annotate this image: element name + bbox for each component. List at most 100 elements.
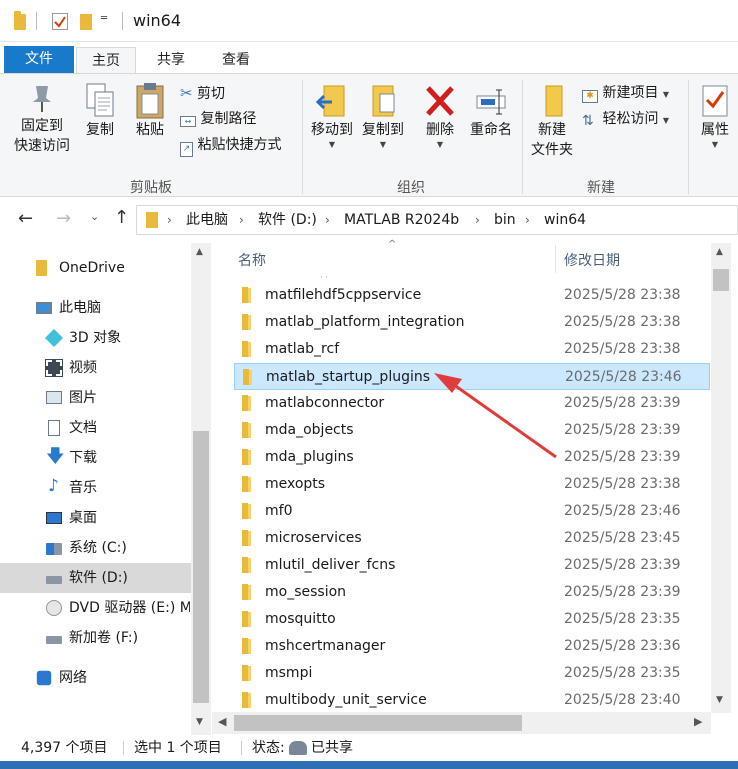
nav-item-drive-d[interactable]: 软件 (D:) [0, 563, 191, 593]
table-row[interactable]: mda_plugins 2025/5/28 23:39 [234, 444, 710, 471]
table-row[interactable]: matfilehdf5cppservice 2025/5/28 23:38 [234, 282, 710, 309]
file-name: mexopts [265, 476, 326, 492]
scroll-left-arrow-icon[interactable]: ◀ [218, 715, 226, 728]
back-arrow-icon[interactable]: ← [18, 208, 33, 229]
nav-item-network[interactable]: 网络 [0, 663, 190, 693]
nav-item-documents[interactable]: 文档 [0, 413, 190, 443]
move-to-button[interactable]: 移动到 ▼ [306, 82, 358, 150]
table-row-selected[interactable]: matlab_startup_plugins 2025/5/28 23:46 [234, 363, 710, 390]
tab-file[interactable]: 文件 [4, 46, 74, 74]
table-row[interactable]: mosquitto 2025/5/28 23:35 [234, 606, 710, 633]
table-row[interactable]: matlab_rcf 2025/5/28 23:38 [234, 336, 710, 363]
scroll-up-arrow-icon[interactable]: ▲ [196, 247, 203, 257]
table-row[interactable]: mo_session 2025/5/28 23:39 [234, 579, 710, 606]
table-row[interactable]: mf0 2025/5/28 23:46 [234, 498, 710, 525]
nav-item-dvd-e[interactable]: DVD 驱动器 (E:) M [0, 593, 190, 623]
nav-item-music[interactable]: ♪ 音乐 [0, 473, 190, 503]
nav-item-videos[interactable]: 视频 [0, 353, 190, 383]
new-folder-label-1: 新建 [538, 122, 566, 138]
table-row[interactable]: matlab_platform_integration 2025/5/28 23:… [234, 309, 710, 336]
table-row[interactable]: msmpi 2025/5/28 23:35 [234, 660, 710, 687]
content-vertical-scrollbar[interactable]: ▲ ▼ [711, 243, 731, 713]
new-folder-button[interactable]: 新建 文件夹 [526, 82, 578, 160]
folder-icon [243, 369, 252, 385]
column-header-modified[interactable]: 修改日期 [564, 245, 620, 277]
cut-label: 剪切 [197, 86, 226, 102]
recent-locations-chevron-icon[interactable]: ⌄ [90, 210, 99, 223]
table-row[interactable]: mexopts 2025/5/28 23:38 [234, 471, 710, 498]
status-selected: 选中 1 个项目 [134, 740, 222, 756]
folder-icon [242, 287, 251, 303]
nav-scrollbar[interactable]: ▲ ▼ [191, 243, 211, 735]
file-modified-date: 2025/5/28 23:39 [564, 557, 681, 573]
breadcrumb-this-pc[interactable]: 此电脑 [186, 206, 228, 234]
status-state-value: 已共享 [311, 740, 353, 756]
nav-item-onedrive[interactable]: OneDrive [0, 253, 190, 283]
address-bar[interactable]: › 此电脑 › 软件 (D:) › MATLAB R2024b › bin › … [136, 205, 738, 235]
table-row[interactable]: microservices 2025/5/28 23:45 [234, 525, 710, 552]
pin-label-2: 快速访问 [14, 138, 70, 154]
nav-item-drive-f[interactable]: 新加卷 (F:) [0, 623, 190, 653]
chevron-right-icon[interactable]: › [167, 206, 172, 234]
breadcrumb-bin[interactable]: bin [494, 206, 516, 234]
scroll-down-arrow-icon[interactable]: ▼ [716, 695, 723, 705]
tab-home[interactable]: 主页 [76, 47, 136, 74]
rename-button[interactable]: 重命名 [466, 82, 516, 140]
scroll-up-arrow-icon[interactable]: ▲ [716, 247, 723, 257]
up-arrow-icon[interactable]: ↑ [114, 207, 129, 228]
drive-icon [46, 636, 62, 644]
scroll-right-arrow-icon[interactable]: ▶ [694, 715, 702, 728]
table-row[interactable]: multibody_unit_service 2025/5/28 23:40 [234, 687, 710, 714]
tab-view[interactable]: 查看 [206, 47, 266, 74]
breadcrumb-win64[interactable]: win64 [544, 206, 586, 234]
scroll-thumb[interactable] [193, 431, 209, 703]
forward-arrow-icon[interactable]: → [56, 208, 71, 229]
column-header-name[interactable]: 名称 [238, 245, 266, 277]
table-row[interactable]: mda_objects 2025/5/28 23:39 [234, 417, 710, 444]
chevron-right-icon[interactable]: › [239, 206, 244, 234]
nav-item-this-pc[interactable]: 此电脑 [0, 293, 190, 323]
nav-item-3d-objects[interactable]: 3D 对象 [0, 323, 190, 353]
scroll-thumb[interactable] [234, 715, 522, 731]
partial-row-cutoff: · · [320, 273, 328, 282]
file-name: matlab_startup_plugins [266, 369, 431, 385]
chevron-right-icon[interactable]: › [475, 206, 480, 234]
folder-icon [242, 341, 251, 357]
chevron-right-icon[interactable]: › [525, 206, 530, 234]
delete-label: 删除 [426, 122, 454, 138]
copy-to-button[interactable]: 复制到 ▼ [358, 82, 408, 150]
easy-access-label: 轻松访问 [602, 111, 659, 127]
cut-button[interactable]: ✂ 剪切 [180, 83, 225, 104]
content-horizontal-scrollbar[interactable]: ◀ ▶ [212, 712, 711, 734]
chevron-right-icon[interactable]: › [325, 206, 330, 234]
tab-share[interactable]: 共享 [142, 47, 200, 74]
computer-icon [36, 302, 52, 314]
properties-check-icon[interactable] [52, 13, 68, 30]
nav-item-desktop[interactable]: 桌面 [0, 503, 190, 533]
paste-shortcut-button[interactable]: ↗ 粘贴快捷方式 [180, 135, 281, 157]
status-divider [123, 741, 124, 755]
copy-path-button[interactable]: ↔ 复制路径 [180, 109, 256, 129]
delete-button[interactable]: 删除 ▼ [418, 82, 462, 150]
nav-item-drive-c[interactable]: 系统 (C:) [0, 533, 190, 563]
new-folder-icon [545, 85, 563, 117]
properties-button[interactable]: 属性 ▼ [694, 82, 736, 150]
scroll-thumb[interactable] [713, 269, 729, 291]
file-modified-date: 2025/5/28 23:40 [564, 692, 681, 708]
paste-button[interactable]: 粘贴 [128, 82, 172, 140]
pin-quick-access-button[interactable]: 固定到 快速访问 [6, 82, 78, 156]
table-row[interactable]: matlabconnector 2025/5/28 23:39 [234, 390, 710, 417]
copy-button[interactable]: 复制 [80, 82, 120, 140]
qat-dropdown-icon[interactable]: ═ [101, 13, 107, 24]
nav-item-pictures[interactable]: 图片 [0, 383, 190, 413]
table-row[interactable]: mlutil_deliver_fcns 2025/5/28 23:39 [234, 552, 710, 579]
breadcrumb-matlab[interactable]: MATLAB R2024b [344, 206, 459, 234]
new-folder-quick-icon[interactable] [80, 14, 92, 30]
easy-access-button[interactable]: ⇅ 轻松访问 ▼ [582, 109, 669, 131]
table-row[interactable]: mshcertmanager 2025/5/28 23:36 [234, 633, 710, 660]
address-folder-icon [146, 212, 158, 228]
breadcrumb-drive-d[interactable]: 软件 (D:) [258, 206, 317, 234]
new-item-button[interactable]: ✱ 新建项目 ▼ [582, 83, 669, 105]
nav-item-downloads[interactable]: 🡇 下载 [0, 443, 190, 473]
scroll-down-arrow-icon[interactable]: ▼ [196, 717, 203, 727]
